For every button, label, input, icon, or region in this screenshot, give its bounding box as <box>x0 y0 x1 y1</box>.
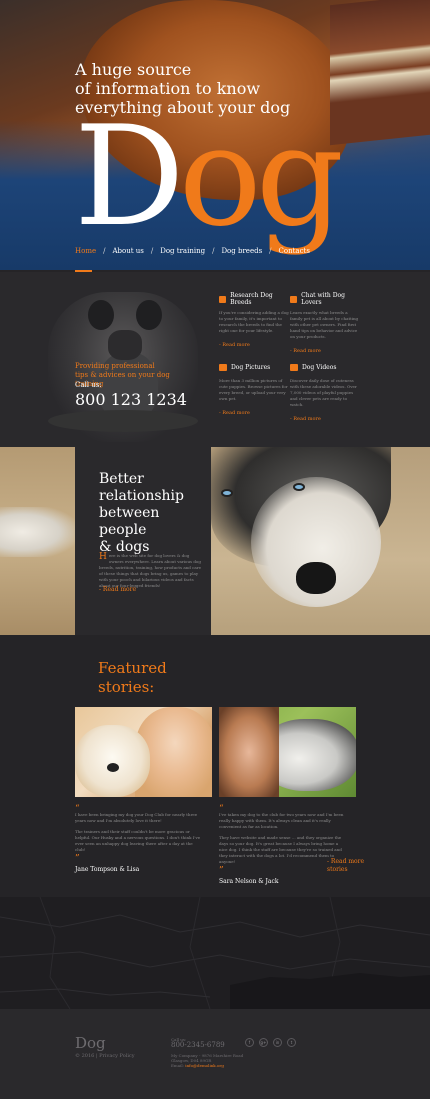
feature-read-more[interactable]: - Read more <box>290 416 360 422</box>
story-text: The trainers and their staff couldn't be… <box>75 829 201 852</box>
feature-pictures: Dog Pictures More than 3 million picture… <box>219 362 289 416</box>
story-author: Sara Nelson & Jack <box>219 878 279 885</box>
story-image-golden[interactable] <box>75 707 212 797</box>
featured-title: Featured stories: <box>98 659 198 697</box>
feature-title[interactable]: Dog Videos <box>302 364 336 371</box>
chat-icon <box>290 295 298 303</box>
story-girl <box>219 707 279 797</box>
phone-number[interactable]: 800 123 1234 <box>75 390 187 409</box>
husky-eye <box>293 483 305 491</box>
dog-ear <box>88 300 114 330</box>
feature-read-more[interactable]: - Read more <box>219 410 289 416</box>
feature-text: If you're considering adding a dog to yo… <box>219 310 289 333</box>
hero-logo-text: Dog <box>74 108 394 262</box>
feature-title[interactable]: Chat with Dog Lovers <box>301 292 360 306</box>
video-icon <box>290 363 298 371</box>
camera-icon <box>219 363 227 371</box>
relationship-read-more[interactable]: - Read more <box>99 586 136 593</box>
footer-logo[interactable]: Dog <box>75 1034 106 1052</box>
hero-logo-og: og <box>178 96 344 257</box>
linkedin-icon[interactable]: in <box>273 1038 282 1047</box>
dog-snout <box>108 330 142 360</box>
story-author: Jane Tompson & Lisa <box>75 866 140 873</box>
relationship-title-line: relationship <box>99 488 184 504</box>
feature-read-more[interactable]: - Read more <box>290 348 360 354</box>
feature-title-row: Dog Videos <box>290 362 360 372</box>
feature-research: Research Dog Breeds If you're considerin… <box>219 292 289 348</box>
story-puppy <box>75 725 150 797</box>
feature-text: Discover daily dose of cuteness with the… <box>290 378 357 407</box>
dog-legs <box>48 410 198 432</box>
sand-dog-image <box>0 447 75 635</box>
feature-text: More than 3 million pictures of cute pup… <box>219 378 288 401</box>
feature-title-row: Research Dog Breeds <box>219 292 289 306</box>
nav-item-about[interactable]: About us <box>112 247 150 255</box>
twitter-icon[interactable]: t <box>287 1038 296 1047</box>
story-text: I have been bringing my dog your Dog Clu… <box>75 812 198 823</box>
nav-separator: / <box>150 247 154 255</box>
call-us-label: Call us: <box>75 381 102 389</box>
dog-ear <box>136 300 162 330</box>
nav-separator: / <box>269 247 272 255</box>
story-quote-1: “ I have been bringing my dog your Dog C… <box>75 805 203 874</box>
close-quote-icon: ” <box>75 854 80 864</box>
nav-item-contacts[interactable]: Contacts <box>279 247 317 255</box>
email-link[interactable]: info@demolink.org <box>185 1063 224 1068</box>
google-plus-icon[interactable]: g+ <box>259 1038 268 1047</box>
footer-copyright: © 2016 | Privacy Policy <box>75 1053 135 1059</box>
location-map[interactable] <box>0 897 430 1009</box>
email-label: Email: <box>171 1063 185 1068</box>
dropcap: H <box>99 552 107 562</box>
nav-separator: / <box>212 247 215 255</box>
nav-item-home[interactable]: Home <box>75 247 103 255</box>
relationship-body: ere is the web site for dog lovers & dog… <box>99 553 202 588</box>
feature-title[interactable]: Research Dog Breeds <box>230 292 289 306</box>
feature-read-more[interactable]: - Read more <box>219 342 289 348</box>
husky-nose <box>296 562 336 594</box>
relationship-title-line: Better <box>99 471 144 487</box>
book-icon <box>219 295 227 303</box>
facebook-icon[interactable]: f <box>245 1038 254 1047</box>
husky-eye <box>221 489 233 497</box>
relationship-text: Here is the web site for dog lovers & do… <box>99 553 204 589</box>
relationship-title: Better relationship between people & dog… <box>99 471 209 556</box>
puppy-nose <box>107 763 119 772</box>
feature-title[interactable]: Dog Pictures <box>231 364 270 371</box>
feature-videos: Dog Videos Discover daily dose of cutene… <box>290 362 360 422</box>
featured-title-line: Featured <box>98 659 167 677</box>
feature-title-row: Dog Pictures <box>219 362 289 372</box>
feature-text: Learn exactly what breeds a family pet i… <box>290 310 359 339</box>
hero-logo-d: D <box>74 96 185 257</box>
email-row: Email: info@demolink.org <box>171 1063 251 1068</box>
footer-address: My Company - 9876 Marshire Road Glasgow,… <box>171 1053 251 1068</box>
providing-line: Providing professional <box>75 362 155 370</box>
hero-tagline-line: A huge source <box>75 60 192 79</box>
services-section <box>0 272 430 447</box>
story-image-husky[interactable] <box>219 707 356 797</box>
map-graphic <box>0 897 430 1009</box>
nav-item-training[interactable]: Dog training <box>160 247 212 255</box>
husky-image <box>211 447 430 635</box>
relationship-title-line: between people <box>99 505 160 538</box>
dog-fur <box>0 507 75 557</box>
nav-item-breeds[interactable]: Dog breeds <box>221 247 269 255</box>
feature-chat: Chat with Dog Lovers Learn exactly what … <box>290 292 360 354</box>
read-more-stories-link[interactable]: - Read more stories <box>327 858 367 874</box>
story-text: I've taken my dog to the club for two ye… <box>219 812 344 829</box>
relationship-section <box>0 447 430 635</box>
featured-title-line: stories: <box>98 678 155 696</box>
feature-title-row: Chat with Dog Lovers <box>290 292 360 306</box>
footer-phone[interactable]: 800-2345-6789 <box>171 1041 225 1049</box>
main-nav: Home / About us / Dog training / Dog bre… <box>75 247 317 255</box>
